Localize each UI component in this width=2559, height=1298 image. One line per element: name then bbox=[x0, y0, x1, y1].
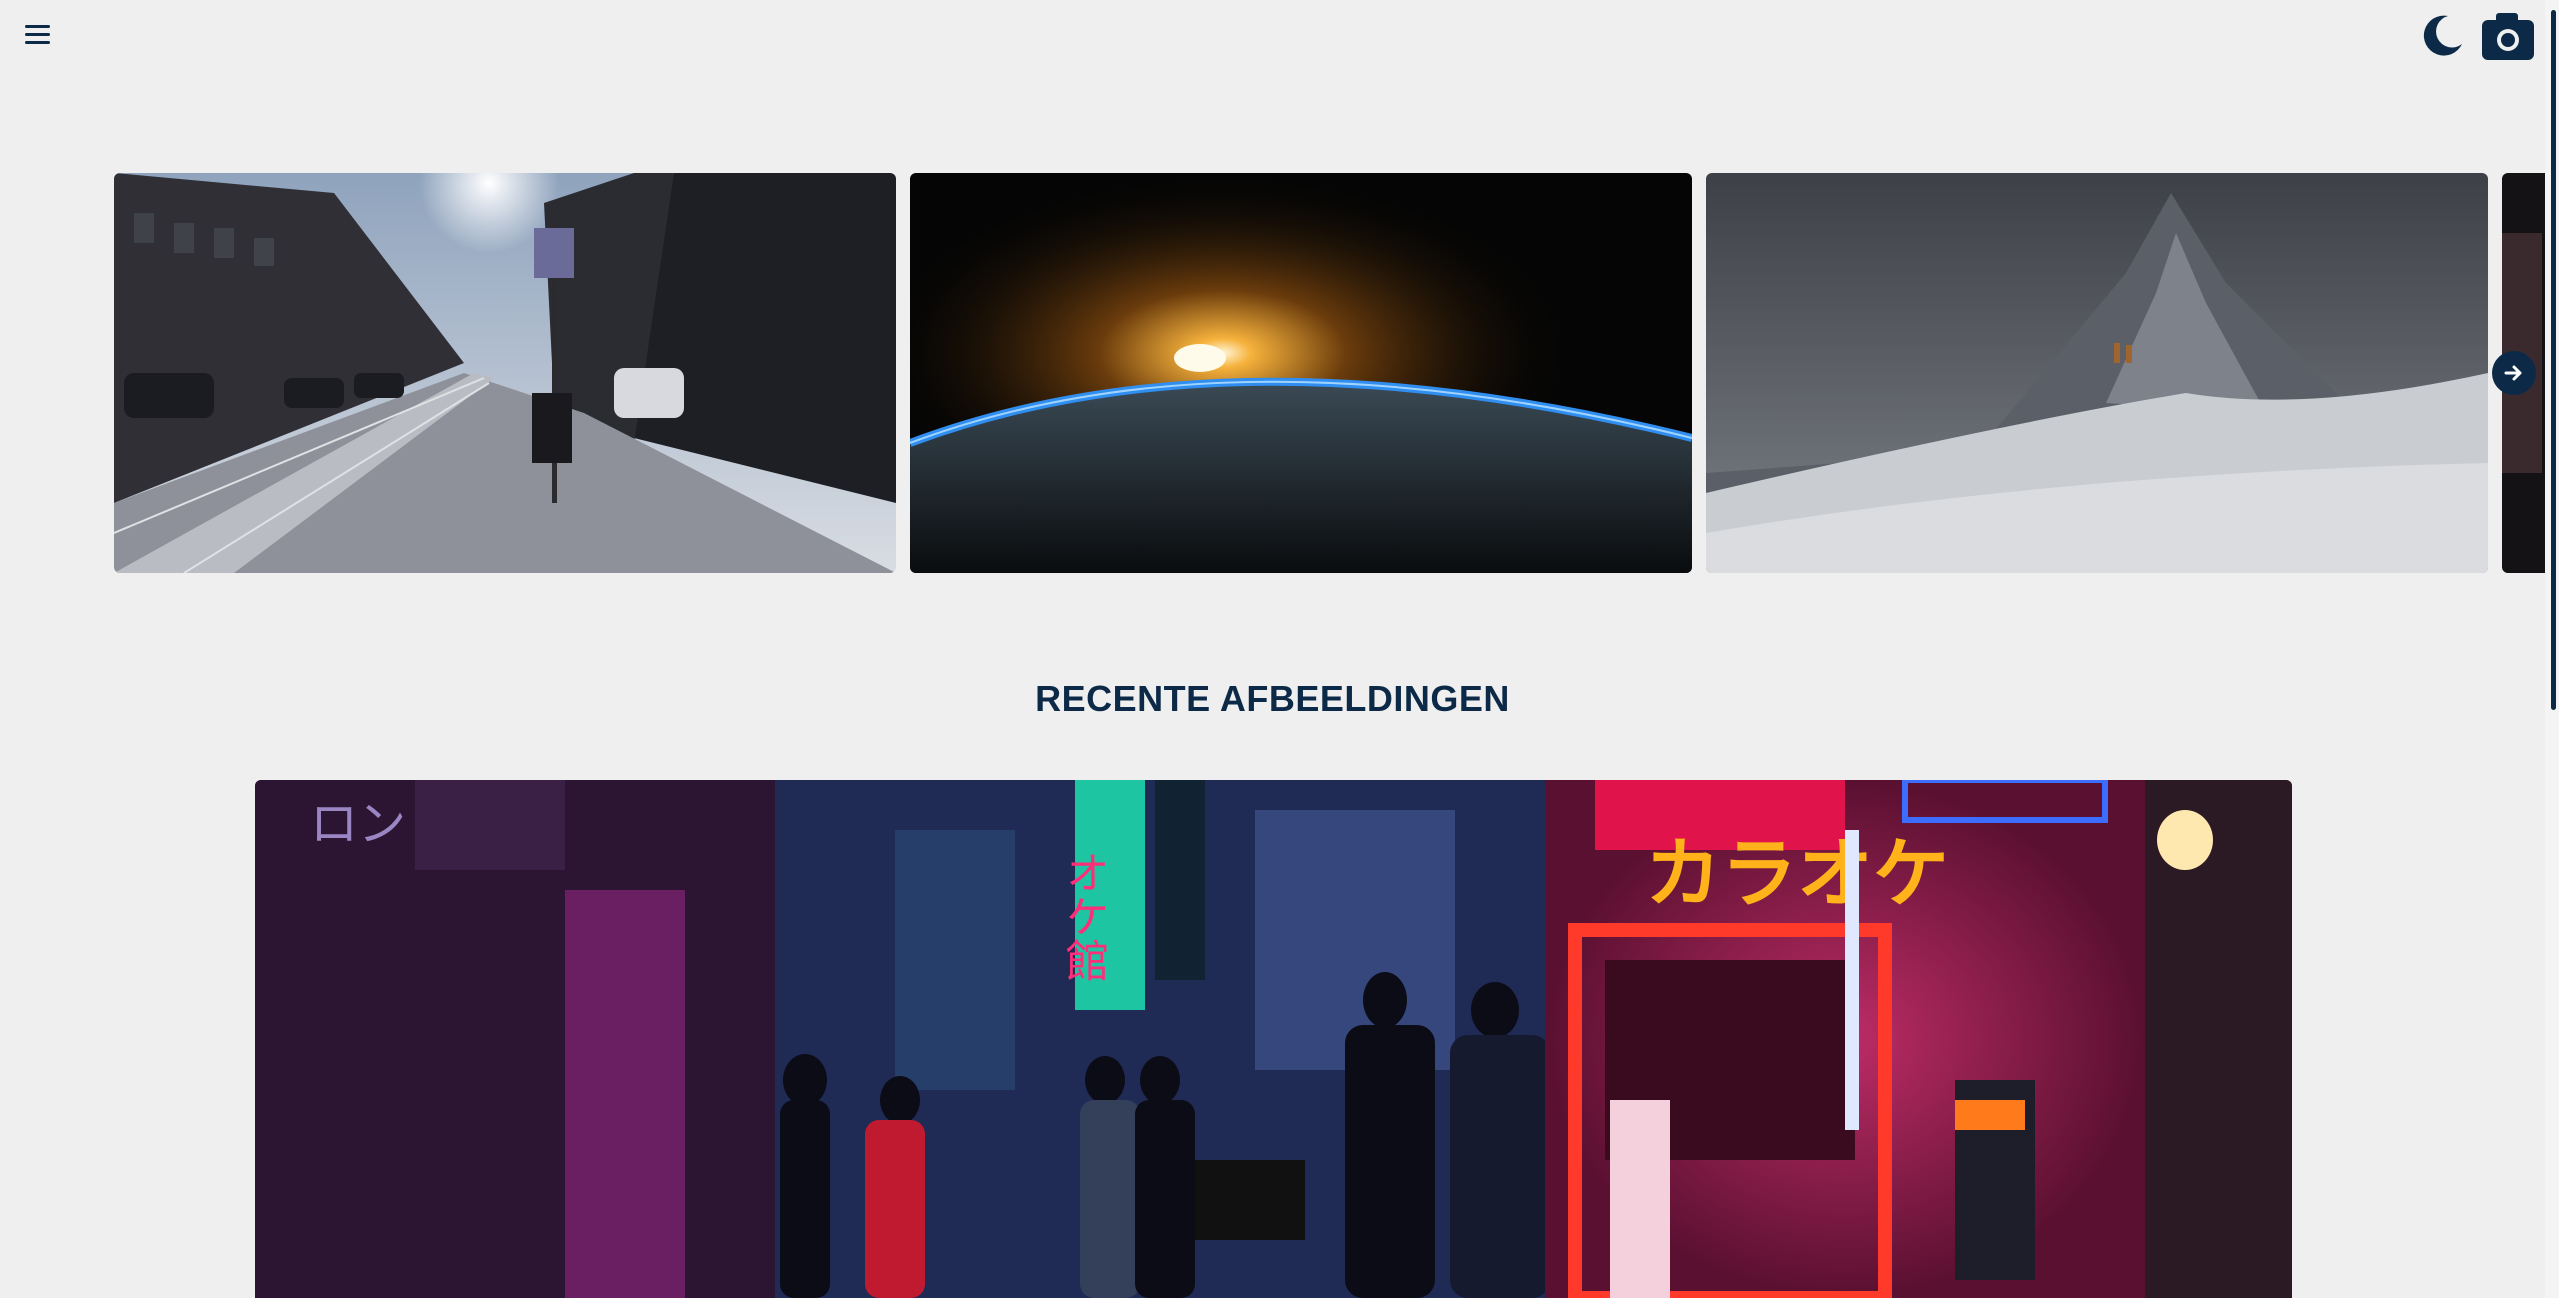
neon-sign-vertical: オケ館 bbox=[1059, 850, 1109, 982]
svg-text:ロン: ロン bbox=[310, 798, 406, 851]
carousel-next-button[interactable] bbox=[2492, 351, 2536, 395]
moon-icon[interactable] bbox=[2418, 12, 2466, 60]
carousel-slide-street[interactable] bbox=[114, 173, 896, 573]
camera-icon[interactable] bbox=[2480, 10, 2536, 62]
scrollbar-thumb[interactable] bbox=[2551, 10, 2556, 710]
snowy-mountain-photo bbox=[1706, 173, 2488, 573]
recent-images-title: RECENTE AFBEELDINGEN bbox=[1035, 678, 1510, 719]
arrow-right-icon bbox=[2504, 365, 2522, 381]
hamburger-menu-icon[interactable] bbox=[22, 22, 54, 48]
featured-image[interactable]: ロン オケ館 カラオケ bbox=[255, 780, 2292, 1298]
earth-sunrise-photo bbox=[910, 173, 1692, 573]
image-carousel bbox=[114, 173, 2545, 573]
karaoke-neon-sign: カラオケ bbox=[1645, 832, 1949, 917]
neon-alley-karaoke-photo: ロン オケ館 カラオケ bbox=[255, 780, 2292, 1298]
carousel-slide-mountain[interactable] bbox=[1706, 173, 2488, 573]
page-scrollbar[interactable] bbox=[2545, 0, 2559, 1298]
city-street-photo bbox=[114, 173, 896, 573]
top-bar bbox=[0, 0, 2545, 70]
carousel-slide-earth[interactable] bbox=[910, 173, 1692, 573]
